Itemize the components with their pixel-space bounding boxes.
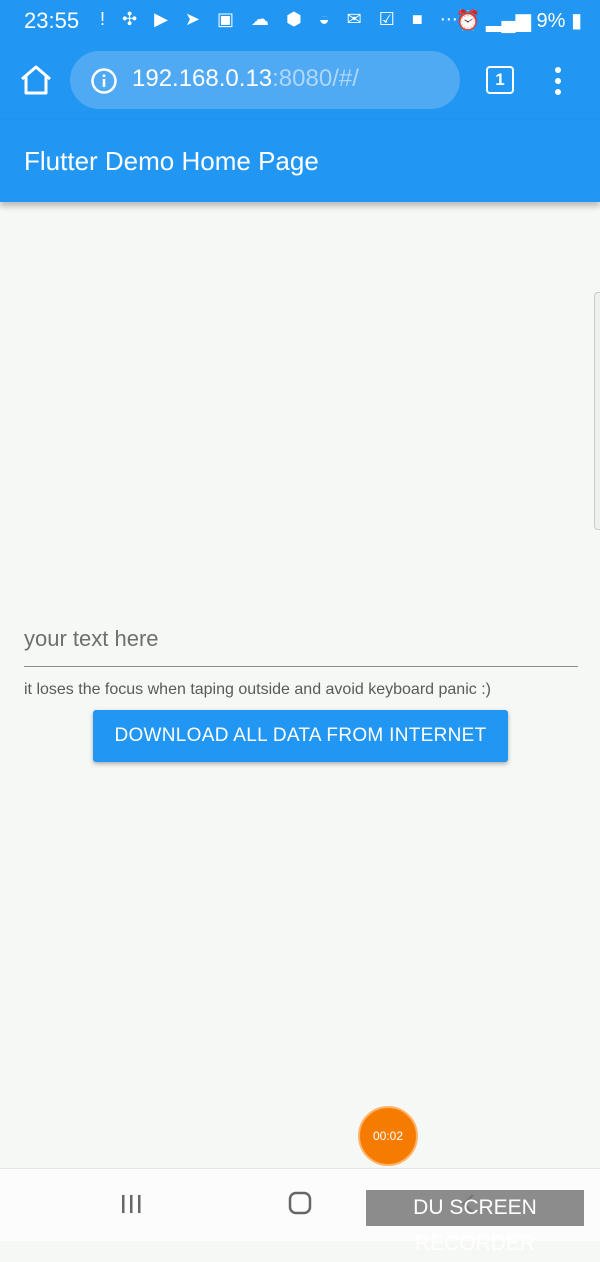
status-time: 23:55	[24, 8, 80, 33]
info-icon[interactable]	[90, 67, 118, 95]
recorder-timer-bubble[interactable]: 00:02	[358, 1106, 418, 1166]
system-status: ⏰ ▂▄▆ 9% ▮	[456, 8, 582, 33]
text-input[interactable]	[24, 612, 578, 667]
tab-switcher-button[interactable]: 1	[486, 66, 514, 94]
recorder-watermark: DU SCREEN RECORDER	[366, 1190, 584, 1255]
url-text[interactable]: 192.168.0.13:8080/#/	[132, 65, 359, 93]
status-bar: 23:55 ! ✣ ▶ ➤ ▣ ☁ ⬢ ◒ ✉ ☑ ■ ⋯ ⏰ ▂▄▆ 9% ▮	[0, 0, 600, 42]
page-title: Flutter Demo Home Page	[24, 146, 319, 176]
scroll-indicator[interactable]	[594, 292, 600, 530]
url-path: :8080/#/	[272, 65, 359, 92]
url-host: 192.168.0.13	[132, 65, 273, 92]
more-vert-icon[interactable]	[548, 64, 568, 98]
app-bar: Flutter Demo Home Page	[0, 120, 600, 202]
home-nav-icon[interactable]	[286, 1189, 314, 1217]
recent-apps-icon[interactable]	[118, 1191, 144, 1217]
battery-level: 9%	[536, 10, 566, 32]
browser-toolbar: 192.168.0.13:8080/#/ 1	[0, 42, 600, 120]
battery-icon: ▮	[570, 10, 582, 32]
notification-icons: ! ✣ ▶ ➤ ▣ ☁ ⬢ ◒ ✉ ☑ ■ ⋯	[100, 9, 464, 29]
helper-text: it loses the focus when taping outside a…	[24, 681, 491, 698]
download-button[interactable]: DOWNLOAD ALL DATA FROM INTERNET	[93, 710, 508, 762]
alarm-icon: ⏰	[455, 10, 481, 32]
signal-icon: ▂▄▆	[486, 10, 531, 32]
address-bar[interactable]: 192.168.0.13:8080/#/	[70, 51, 460, 109]
home-icon[interactable]	[14, 58, 58, 102]
